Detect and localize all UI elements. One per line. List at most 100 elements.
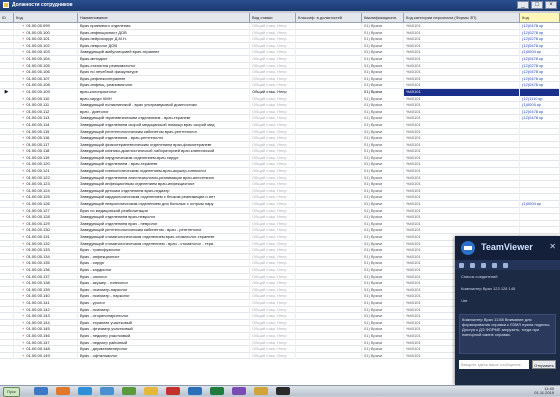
row-code[interactable]: +01.00.00.107 bbox=[14, 75, 78, 83]
row-class[interactable] bbox=[296, 352, 362, 360]
row-qualification[interactable]: 01) Врачи bbox=[362, 352, 404, 360]
expand-icon[interactable]: + bbox=[22, 161, 24, 166]
row-name[interactable]: Заведующий детским отделением врач-педиа… bbox=[78, 187, 250, 195]
expand-icon[interactable]: + bbox=[22, 188, 24, 193]
row-qualification[interactable]: 01) Врачи bbox=[362, 273, 404, 281]
expand-icon[interactable]: + bbox=[22, 208, 24, 213]
row-class[interactable] bbox=[296, 115, 362, 122]
expand-icon[interactable]: + bbox=[22, 30, 24, 35]
row-class[interactable] bbox=[296, 55, 362, 63]
row-rate[interactable]: Общий стаж, Непр bbox=[250, 42, 296, 50]
expand-icon[interactable]: + bbox=[22, 43, 24, 48]
row-rate[interactable]: Общий стаж, Непр bbox=[250, 115, 296, 122]
row-name[interactable]: Заведующий стоматологическим отделением … bbox=[78, 234, 250, 241]
expand-icon[interactable]: + bbox=[22, 300, 24, 305]
table-row[interactable]: +01.00.00.110 врач-хирург КМН Общий стаж, … bbox=[0, 95, 560, 103]
row-qualification[interactable]: 01) Врачи bbox=[362, 234, 404, 241]
row-indicator[interactable] bbox=[0, 108, 14, 116]
table-row[interactable]: +01.00.00.121 Заведующий гинекологическим… bbox=[0, 168, 560, 175]
row-indicator[interactable] bbox=[0, 187, 14, 195]
table-row[interactable]: +01.00.00.124 Заведующий детским отделени… bbox=[0, 187, 560, 195]
row-code[interactable]: +01.00.00.145 bbox=[14, 326, 78, 333]
row-last[interactable]: (1)0004 кр bbox=[520, 49, 560, 56]
row-name[interactable]: Врач - уролог bbox=[78, 299, 250, 307]
row-class[interactable] bbox=[296, 42, 362, 50]
row-indicator[interactable] bbox=[0, 29, 14, 37]
table-row[interactable]: +01.00.00.122 Заведующий отделением анест… bbox=[0, 174, 560, 182]
row-code[interactable]: +01.00.00.125 bbox=[14, 194, 78, 202]
row-indicator[interactable] bbox=[0, 154, 14, 162]
app-icon-dark[interactable] bbox=[276, 387, 290, 395]
expand-icon[interactable]: + bbox=[22, 49, 24, 54]
mic-icon[interactable] bbox=[459, 262, 464, 268]
row-indicator[interactable] bbox=[0, 247, 14, 254]
row-rate[interactable]: Общий стаж, Непр bbox=[250, 260, 296, 267]
row-last[interactable]: (12)0478 кр bbox=[520, 108, 560, 116]
row-rate[interactable]: Общий стаж, Непр bbox=[250, 187, 296, 195]
row-code[interactable]: +01.00.00.106 bbox=[14, 69, 78, 76]
table-row[interactable]: +01.00.00.129 Заведующий отделением врач … bbox=[0, 220, 560, 228]
row-indicator[interactable]: ▶ bbox=[0, 88, 14, 96]
row-name[interactable]: Заведующий рентгенологическим кабинетом … bbox=[78, 227, 250, 234]
row-last[interactable] bbox=[520, 227, 560, 234]
row-category[interactable]: %40101 bbox=[404, 154, 520, 162]
row-rate[interactable]: Общий стаж, Непр bbox=[250, 69, 296, 76]
expand-icon[interactable]: + bbox=[22, 227, 24, 232]
row-category[interactable]: %40101 bbox=[404, 55, 520, 63]
folder-icon[interactable] bbox=[144, 387, 158, 395]
header-class[interactable]: Классиф. в должностей bbox=[296, 13, 362, 22]
row-name[interactable]: Заведующий гинекологическим отделением-в… bbox=[78, 168, 250, 175]
row-rate[interactable]: Общий стаж, Непр bbox=[250, 346, 296, 353]
row-class[interactable] bbox=[296, 187, 362, 195]
media-icon[interactable] bbox=[56, 387, 70, 395]
row-class[interactable] bbox=[296, 121, 362, 129]
row-rate[interactable]: Общий стаж, Непр bbox=[250, 299, 296, 307]
row-qualification[interactable]: 01) Врачи bbox=[362, 148, 404, 155]
row-class[interactable] bbox=[296, 214, 362, 221]
row-class[interactable] bbox=[296, 326, 362, 333]
row-class[interactable] bbox=[296, 306, 362, 314]
row-qualification[interactable]: 01) Врачи bbox=[362, 62, 404, 70]
table-row[interactable]: +01.00.00.125 Заведующий кардиологическим… bbox=[0, 194, 560, 202]
row-class[interactable] bbox=[296, 220, 362, 228]
row-class[interactable] bbox=[296, 148, 362, 155]
row-qualification[interactable]: 01) Врачи bbox=[362, 247, 404, 254]
row-last[interactable]: (1)0004 кр bbox=[520, 102, 560, 109]
row-rate[interactable]: Общий стаж, Непр bbox=[250, 23, 296, 30]
row-rate[interactable]: Общий стаж, Непр bbox=[250, 75, 296, 83]
teamviewer-chat-label[interactable]: Чат bbox=[461, 298, 468, 303]
row-rate[interactable]: Общий стаж, Непр bbox=[250, 352, 296, 360]
row-rate[interactable]: Общий стаж, Непр bbox=[250, 319, 296, 327]
row-class[interactable] bbox=[296, 247, 362, 254]
row-category[interactable]: %40101 bbox=[404, 36, 520, 43]
row-name[interactable]: Врач-невролог ДОВ bbox=[78, 42, 250, 50]
row-class[interactable] bbox=[296, 88, 362, 96]
row-qualification[interactable]: 01) Врачи bbox=[362, 161, 404, 169]
row-name[interactable]: Врач - психиатр bbox=[78, 306, 250, 314]
row-class[interactable] bbox=[296, 161, 362, 169]
row-name[interactable]: Врач - педиатр участковый bbox=[78, 332, 250, 340]
expand-icon[interactable]: + bbox=[22, 109, 24, 114]
row-qualification[interactable]: 01) Врачи bbox=[362, 194, 404, 202]
row-name[interactable]: Заведующий стоматологическим отделением … bbox=[78, 240, 250, 248]
table-row[interactable]: +01.00.00.107 Врач-рефлексотерапевт Общий … bbox=[0, 75, 560, 83]
row-name[interactable]: Врач - инфекционист bbox=[78, 253, 250, 261]
app-icon-yellow[interactable] bbox=[254, 387, 268, 395]
clock[interactable]: 11:40 01.11.2019 bbox=[534, 387, 554, 395]
expand-icon[interactable]: + bbox=[22, 142, 24, 147]
row-name[interactable]: Врач-инфекционист ДОВ bbox=[78, 29, 250, 37]
row-rate[interactable]: Общий стаж, Непр bbox=[250, 181, 296, 188]
row-indicator[interactable] bbox=[0, 234, 14, 241]
row-qualification[interactable]: 01) Врачи bbox=[362, 168, 404, 175]
row-code[interactable]: +01.00.00.137 bbox=[14, 273, 78, 281]
row-rate[interactable]: Общий стаж, Непр bbox=[250, 207, 296, 215]
table-row[interactable]: ▶ +01.00.00.109 врач-колопроктолог Общий ст… bbox=[0, 88, 560, 96]
expand-icon[interactable]: + bbox=[22, 221, 24, 226]
row-rate[interactable]: Общий стаж, Непр bbox=[250, 280, 296, 287]
row-last[interactable]: (12)1110 кр bbox=[520, 95, 560, 103]
row-code[interactable]: +01.00.00.118 bbox=[14, 148, 78, 155]
row-code[interactable]: +01.00.00.135 bbox=[14, 260, 78, 267]
close-button[interactable]: × bbox=[545, 1, 557, 9]
table-row[interactable]: +01.00.00.127 Врач по медицинской реабили… bbox=[0, 207, 560, 215]
expand-icon[interactable]: + bbox=[22, 241, 24, 246]
